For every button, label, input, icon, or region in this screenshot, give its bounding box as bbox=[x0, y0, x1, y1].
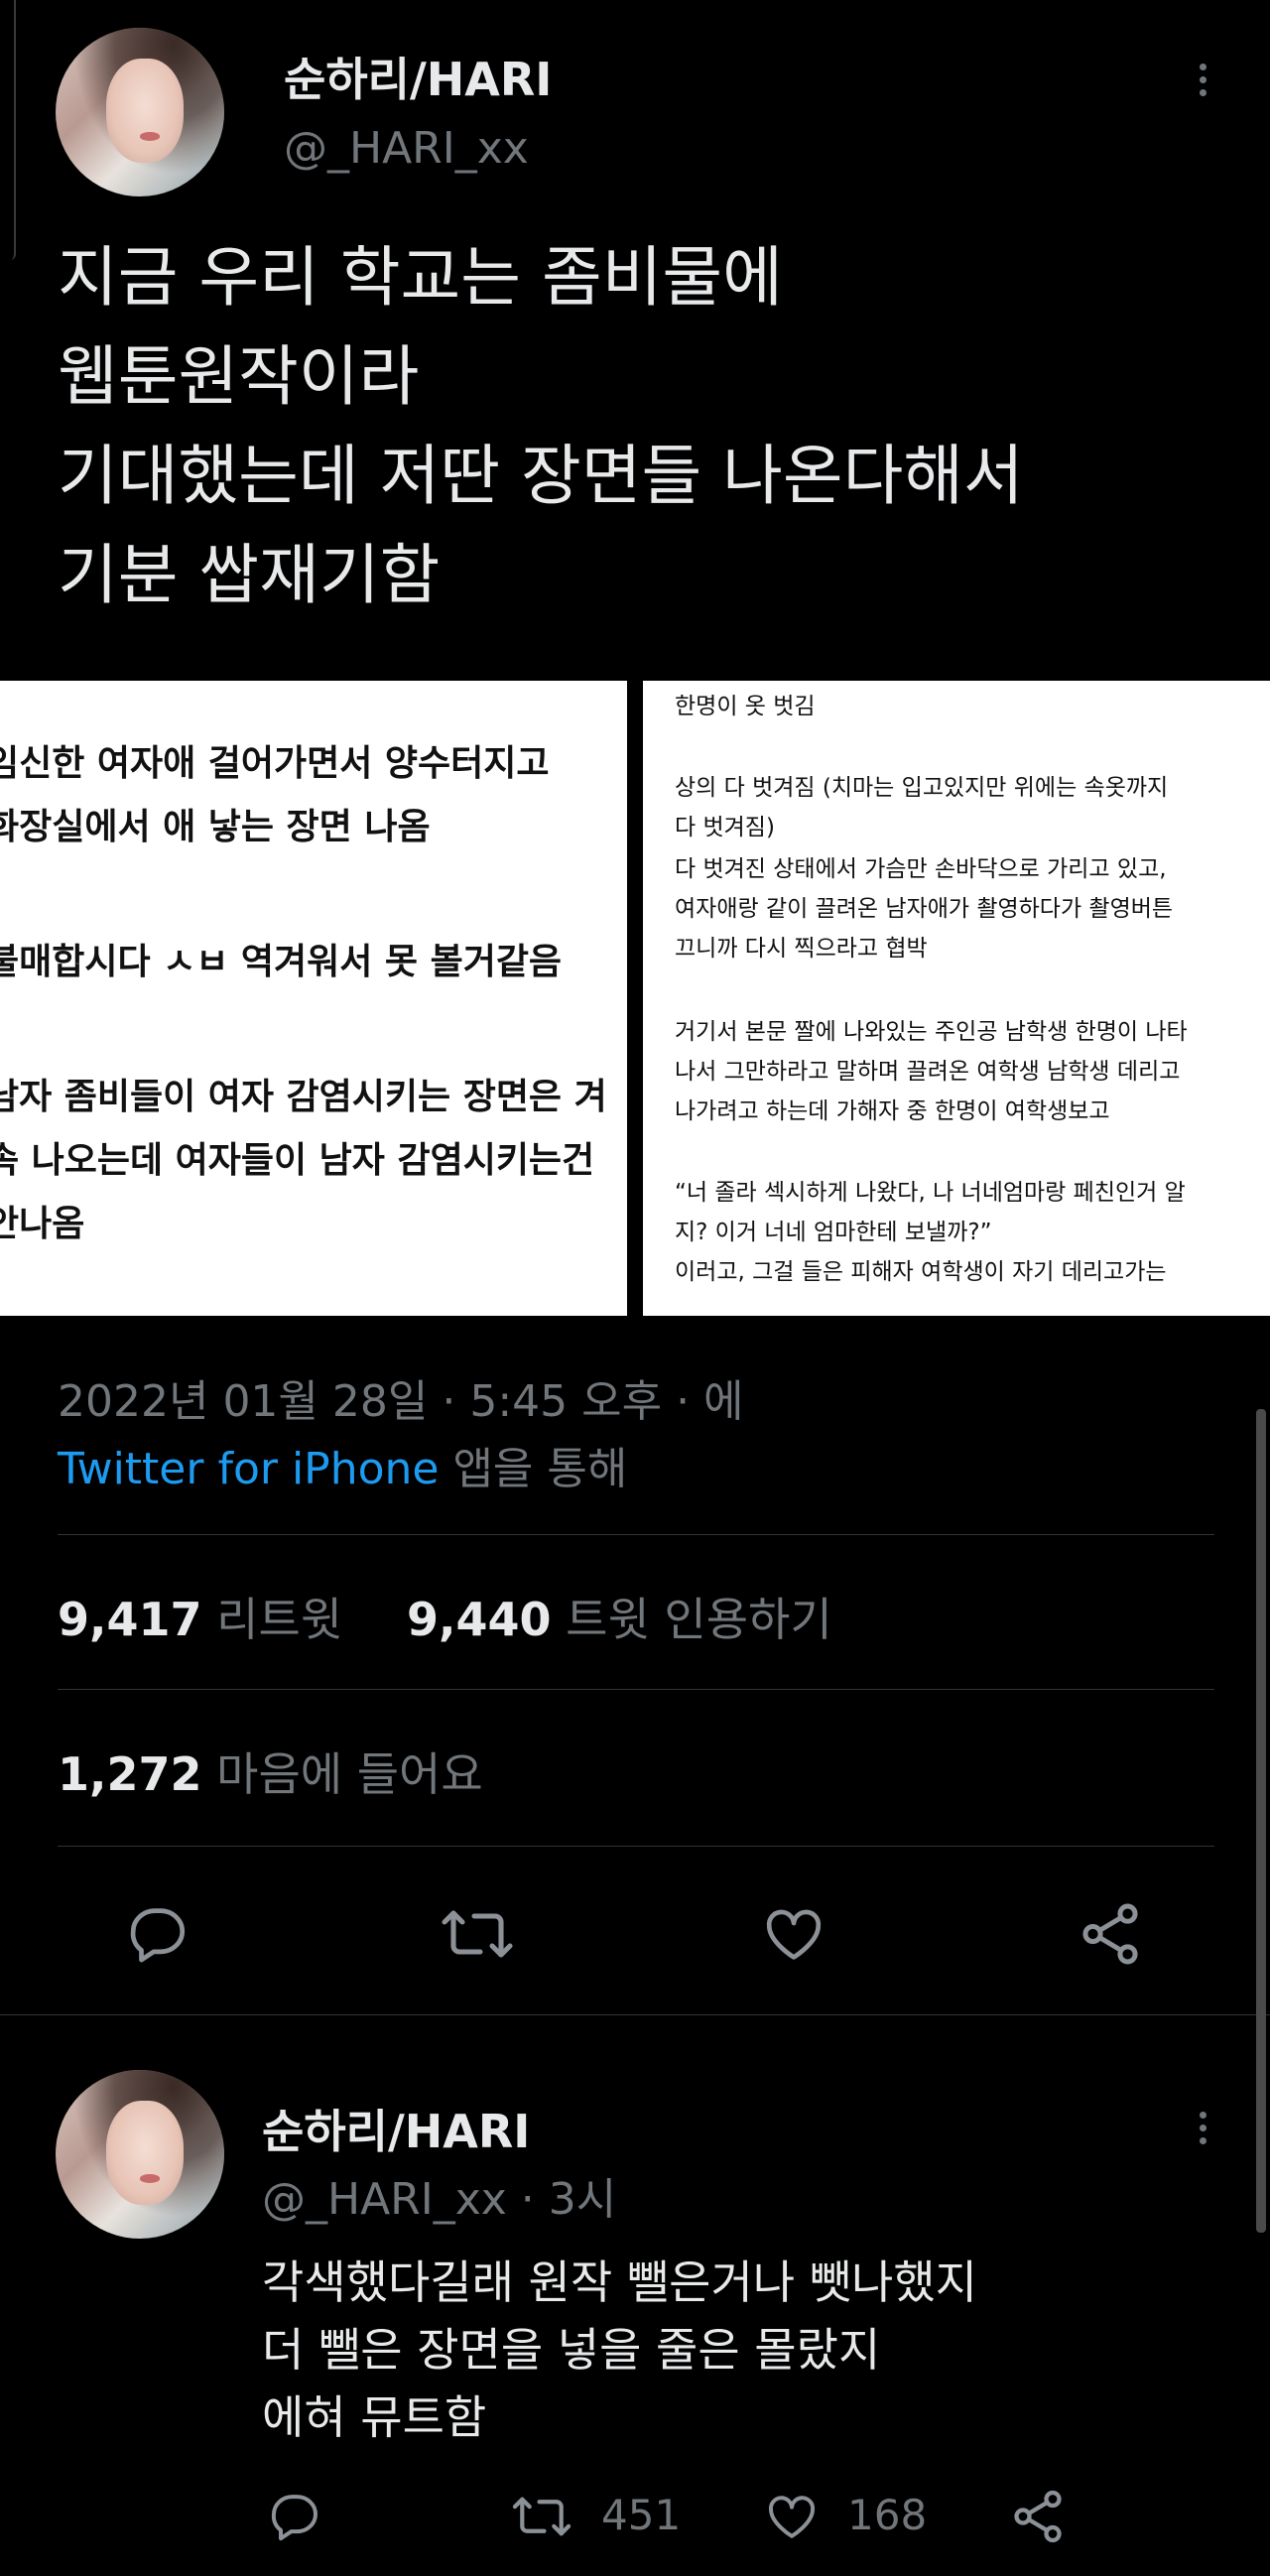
more-options-icon[interactable] bbox=[1191, 58, 1214, 102]
tweet-timestamp[interactable]: 2022년 01월 28일 · 5:45 오후 · 에 bbox=[58, 1365, 744, 1429]
source-suffix: 앱을 통해 bbox=[439, 1444, 628, 1494]
quotes-label: 트윗 인용하기 bbox=[566, 1593, 832, 1646]
reply-icon[interactable] bbox=[123, 1901, 192, 1967]
likes-label: 마음에 들어요 bbox=[216, 1747, 483, 1801]
divider bbox=[58, 1689, 1214, 1690]
image-text: 한명이 옷 벗김 bbox=[675, 694, 816, 719]
likes-count: 1,272 bbox=[58, 1747, 202, 1801]
quotes-count: 9,440 bbox=[407, 1593, 552, 1646]
image-text: 상의 다 벗겨짐 (치마는 입고있지만 위에는 속옷까지 bbox=[675, 775, 1169, 801]
reply-avatar[interactable] bbox=[56, 2070, 224, 2239]
like-count: 168 bbox=[847, 2491, 928, 2539]
more-options-icon[interactable] bbox=[1191, 2106, 1214, 2150]
image-text: 거기서 본문 짤에 나와있는 주인공 남학생 한명이 나타 bbox=[675, 1019, 1188, 1045]
image-text: 나가려고 하는데 가해자 중 한명이 여학생보고 bbox=[675, 1098, 1110, 1124]
image-text: “너 졸라 섹시하게 나왔다, 나 너네엄마랑 페친인거 알 bbox=[675, 1180, 1186, 1206]
share-icon[interactable] bbox=[1076, 1899, 1145, 1969]
tweet-text-line: 웹툰원작이라 bbox=[58, 338, 420, 415]
retweets-label: 리트윗 bbox=[216, 1593, 343, 1646]
retweet-icon[interactable] bbox=[439, 1901, 516, 1967]
author-handle[interactable]: @_HARI_xx bbox=[284, 123, 529, 174]
divider bbox=[58, 1534, 1214, 1535]
frame-edge bbox=[10, 0, 16, 260]
scrollbar[interactable] bbox=[1256, 1409, 1266, 2233]
divider bbox=[0, 2014, 1270, 2015]
author-name[interactable]: 순하리/HARI bbox=[284, 44, 552, 109]
reply-handle-time[interactable]: @_HARI_xx · 3시 bbox=[262, 2163, 616, 2227]
tweet-text-line: 기분 쌉재기함 bbox=[58, 537, 441, 613]
reply-text-line: 각색했다길래 원작 뺄은거나 뺏나했지 bbox=[262, 2255, 977, 2309]
retweets-stat[interactable]: 9,417 리트윗 bbox=[58, 1584, 342, 1649]
image-text: 속 나오는데 여자들이 남자 감염시키는건 bbox=[0, 1140, 595, 1181]
tweet-text-line: 기대했는데 저딴 장면들 나온다해서 bbox=[58, 438, 1024, 514]
quotes-stat[interactable]: 9,440 트윗 인용하기 bbox=[407, 1584, 832, 1649]
avatar[interactable] bbox=[56, 28, 224, 196]
image-text: 화장실에서 애 낳는 장면 나옴 bbox=[0, 807, 431, 847]
reply-author-name[interactable]: 순하리/HARI bbox=[262, 2096, 530, 2161]
tweet-image-right[interactable]: 한명이 옷 벗김 상의 다 벗겨짐 (치마는 입고있지만 위에는 속옷까지 다 … bbox=[643, 681, 1270, 1316]
heart-icon[interactable] bbox=[760, 1901, 827, 1967]
image-text: 끄니까 다시 찍으라고 협박 bbox=[675, 936, 928, 962]
image-text: 남자 좀비들이 여자 감염시키는 장면은 겨 bbox=[0, 1077, 607, 1117]
image-text: 안나옴 bbox=[0, 1204, 85, 1244]
image-text: 임신한 여자애 걸어가면서 양수터지고 bbox=[0, 743, 550, 784]
retweet-count: 451 bbox=[601, 2491, 682, 2539]
share-icon[interactable] bbox=[1008, 2487, 1068, 2546]
likes-stat[interactable]: 1,272 마음에 들어요 bbox=[58, 1739, 483, 1804]
reply-text-line: 에혀 뮤트함 bbox=[262, 2390, 487, 2444]
tweet-image-left[interactable]: 임신한 여자애 걸어가면서 양수터지고 화장실에서 애 낳는 장면 나옴 불매합… bbox=[0, 681, 627, 1316]
retweet-icon[interactable] bbox=[510, 2489, 573, 2544]
retweets-count: 9,417 bbox=[58, 1593, 202, 1646]
divider bbox=[58, 1846, 1214, 1847]
heart-icon[interactable] bbox=[764, 2489, 820, 2544]
image-text: 불매합시다 ㅅㅂ 역겨워서 못 볼거같음 bbox=[0, 942, 563, 982]
image-text: 이러고, 그걸 들은 피해자 여학생이 자기 데리고가는 bbox=[675, 1259, 1167, 1285]
tweet-text-line: 지금 우리 학교는 좀비물에 bbox=[58, 239, 783, 316]
reply-icon[interactable] bbox=[266, 2489, 323, 2544]
source-app-link[interactable]: Twitter for iPhone bbox=[58, 1444, 439, 1494]
image-text: 지? 이거 너네 엄마한테 보낼까?” bbox=[675, 1220, 992, 1245]
image-text: 다 벗겨진 상태에서 가슴만 손바닥으로 가리고 있고, bbox=[675, 856, 1167, 882]
reply-text-line: 더 뺄은 장면을 넣을 줄은 몰랐지 bbox=[262, 2323, 881, 2377]
image-text: 나서 그만하라고 말하며 끌려온 여학생 남학생 데리고 bbox=[675, 1059, 1181, 1085]
image-text: 여자애랑 같이 끌려온 남자애가 촬영하다가 촬영버튼 bbox=[675, 896, 1174, 922]
tweet-source: Twitter for iPhone 앱을 통해 bbox=[58, 1433, 627, 1496]
image-text: 다 벗겨짐) bbox=[675, 815, 775, 840]
